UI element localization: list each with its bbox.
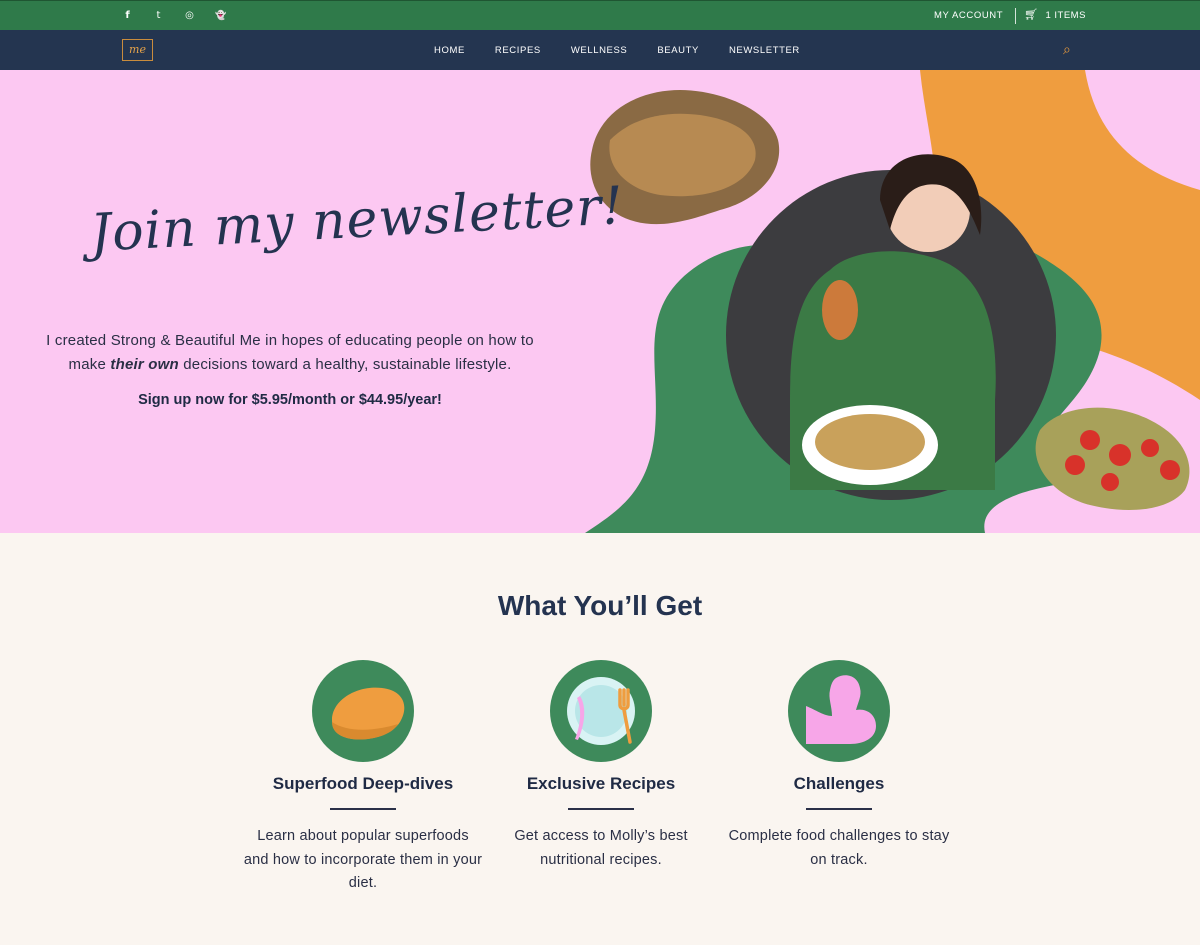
- twitter-icon[interactable]: t: [153, 1, 164, 31]
- shopping-cart-icon: 🛒︎: [1024, 8, 1039, 21]
- feature-description: Learn about popular superfoods and how t…: [243, 828, 483, 891]
- nav-item-recipes[interactable]: RECIPES: [495, 45, 541, 56]
- feature-superfood: Superfood Deep-dives Learn about popular…: [243, 660, 483, 896]
- main-nav: me HOME RECIPES WELLNESS BEAUTY NEWSLETT…: [0, 30, 1200, 70]
- topbar-divider: [1015, 8, 1016, 24]
- hero-description: I created Strong & Beautiful Me in hopes…: [30, 329, 550, 376]
- hero-text-emphasis: their own: [110, 355, 179, 373]
- site-logo[interactable]: me: [122, 39, 153, 61]
- instagram-icon[interactable]: ◎: [184, 1, 195, 31]
- feature-divider: [806, 808, 872, 810]
- feature-title: Challenges: [793, 774, 885, 793]
- feature-divider: [568, 808, 634, 810]
- flexed-arm-icon: [788, 660, 890, 762]
- hero-text-part-2: decisions toward a healthy, sustainable …: [183, 355, 512, 373]
- feature-divider: [330, 808, 396, 810]
- feature-title: Superfood Deep-dives: [272, 774, 454, 793]
- plate-fork-knife-icon: [550, 660, 652, 762]
- feature-recipes: Exclusive Recipes Get access to Molly’s …: [481, 660, 721, 872]
- feature-challenges: Challenges Complete food challenges to s…: [719, 660, 959, 872]
- hero-artwork: [585, 70, 1200, 533]
- top-bar: f t ◎ 👻 MY ACCOUNT 🛒︎ 1 ITEMS: [0, 0, 1200, 30]
- nav-item-newsletter[interactable]: NEWSLETTER: [729, 45, 800, 56]
- feature-description: Complete food challenges to stay on trac…: [728, 828, 950, 868]
- feature-title: Exclusive Recipes: [526, 774, 676, 793]
- feature-description: Get access to Molly’s best nutritional r…: [514, 828, 688, 868]
- hero-section: Join my newsletter! I created Strong & B…: [0, 70, 1200, 533]
- nav-item-beauty[interactable]: BEAUTY: [657, 45, 699, 56]
- cart-link[interactable]: 🛒︎ 1 ITEMS: [1024, 8, 1086, 21]
- search-icon[interactable]: ⌕: [1063, 42, 1071, 58]
- my-account-link[interactable]: MY ACCOUNT: [934, 10, 1003, 21]
- nav-menu: HOME RECIPES WELLNESS BEAUTY NEWSLETTER: [434, 30, 830, 70]
- facebook-icon[interactable]: f: [122, 1, 133, 31]
- sweet-potato-icon: [312, 660, 414, 762]
- nav-item-wellness[interactable]: WELLNESS: [571, 45, 628, 56]
- hero-cta: Sign up now for $5.95/month or $44.95/ye…: [138, 392, 442, 408]
- social-links: f t ◎ 👻: [122, 1, 226, 31]
- cart-count: 1 ITEMS: [1045, 10, 1086, 21]
- snapchat-icon[interactable]: 👻: [215, 1, 226, 31]
- nav-item-home[interactable]: HOME: [434, 45, 465, 56]
- features-title: What You’ll Get: [497, 590, 703, 621]
